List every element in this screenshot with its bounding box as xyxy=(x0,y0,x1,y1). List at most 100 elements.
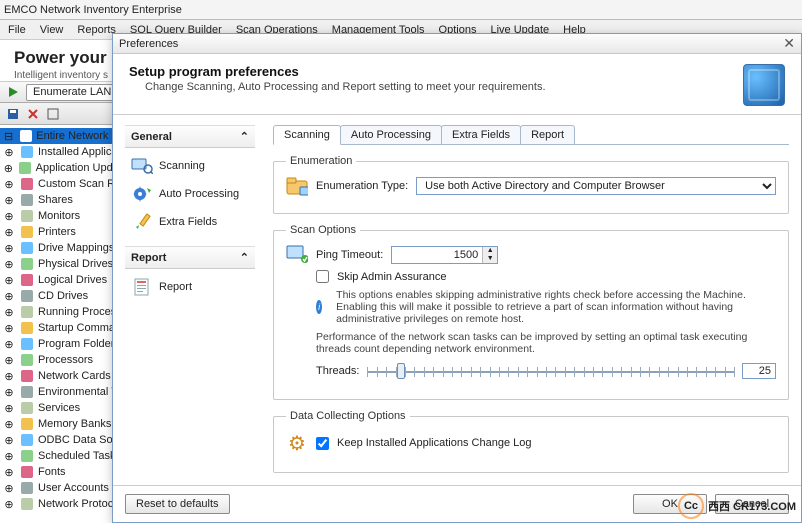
tree-expand-icon[interactable]: ⊕ xyxy=(2,161,15,175)
tree-expand-icon[interactable]: ⊕ xyxy=(2,273,16,287)
tree-item[interactable]: ⊕ODBC Data Sourc xyxy=(0,432,130,448)
tree-node-icon xyxy=(20,465,34,479)
dialog-title: Preferences xyxy=(119,38,178,50)
navitem-autoproc[interactable]: Auto Processing xyxy=(127,180,253,208)
nav-group-report[interactable]: Report ⌃ xyxy=(125,246,255,269)
ping-timeout-value[interactable] xyxy=(392,248,482,262)
play-icon[interactable] xyxy=(6,85,20,99)
ping-timeout-spinner[interactable]: ▲ ▼ xyxy=(391,246,498,264)
tree-item[interactable]: ⊕ Printers xyxy=(0,224,130,240)
save-icon[interactable] xyxy=(6,107,20,121)
threads-slider[interactable] xyxy=(367,361,734,381)
tree-expand-icon[interactable]: ⊕ xyxy=(2,417,16,431)
cancel-button[interactable]: Cancel xyxy=(715,494,789,514)
skip-admin-label: Skip Admin Assurance xyxy=(337,271,446,283)
tree-expand-icon[interactable]: ⊕ xyxy=(2,177,16,191)
tree-item[interactable]: ⊕Services xyxy=(0,400,130,416)
tree-node-icon xyxy=(20,481,34,495)
tree-expand-icon[interactable]: ⊕ xyxy=(2,433,16,447)
tree-expand-icon[interactable]: ⊕ xyxy=(2,257,16,271)
nav-group-general[interactable]: General ⌃ xyxy=(125,125,255,148)
dialog-titlebar[interactable]: Preferences ✕ xyxy=(113,34,801,54)
tree-expand-icon[interactable]: ⊕ xyxy=(2,481,16,495)
menu-view[interactable]: View xyxy=(40,24,64,36)
tree-node-icon xyxy=(20,337,34,351)
tree-expand-icon[interactable]: ⊕ xyxy=(2,305,16,319)
tab-scanning[interactable]: Scanning xyxy=(273,125,341,145)
tree-item-label: Network Cards xyxy=(38,370,111,382)
tree-item-label: Scheduled Tasks xyxy=(38,450,121,462)
tree-node-icon xyxy=(20,225,34,239)
tree-item-label: Fonts xyxy=(38,466,66,478)
tree-item[interactable]: ⊕ Network Cards xyxy=(0,368,130,384)
tree-item[interactable]: ⊕Running Processe xyxy=(0,304,130,320)
tree-expand-icon[interactable]: ⊕ xyxy=(2,241,16,255)
tree-item[interactable]: ⊕Program Folders xyxy=(0,336,130,352)
tree-item[interactable]: ⊕Logical Drives xyxy=(0,272,130,288)
threads-value[interactable] xyxy=(742,363,776,379)
tree-item[interactable]: ⊕Application Update xyxy=(0,160,130,176)
tree-item[interactable]: ⊕Drive Mappings xyxy=(0,240,130,256)
enum-type-select[interactable]: Use both Active Directory and Computer B… xyxy=(416,177,776,195)
close-icon[interactable]: ✕ xyxy=(783,35,795,52)
tree-item[interactable]: ⊕ Fonts xyxy=(0,464,130,480)
tree-item[interactable]: ⊟Entire Network - (0 xyxy=(0,128,130,144)
tree-expand-icon[interactable]: ⊕ xyxy=(2,337,16,351)
tree-expand-icon[interactable]: ⊕ xyxy=(2,145,16,159)
group-scanoptions: Scan Options Ping Timeout: ▲ ▼ Skip Admi… xyxy=(273,224,789,400)
tree-expand-icon[interactable]: ⊕ xyxy=(2,369,16,383)
tree-item[interactable]: ⊕ Physical Drives xyxy=(0,256,130,272)
tree-item[interactable]: ⊕CD Drives xyxy=(0,288,130,304)
nav-tree[interactable]: ⊟Entire Network - (0⊕Installed Applicati… xyxy=(0,128,130,523)
tree-item[interactable]: ⊕ Shares xyxy=(0,192,130,208)
tree-expand-icon[interactable]: ⊕ xyxy=(2,449,16,463)
tree-item-label: Physical Drives xyxy=(38,258,113,270)
spinner-up-icon[interactable]: ▲ xyxy=(483,247,497,255)
tree-item[interactable]: ⊕Custom Scan Res xyxy=(0,176,130,192)
menu-reports[interactable]: Reports xyxy=(77,24,116,36)
delete-icon[interactable] xyxy=(26,107,40,121)
tree-item-label: Shares xyxy=(38,194,73,206)
navitem-extrafields[interactable]: Extra Fields xyxy=(127,208,253,236)
tree-item-label: Printers xyxy=(38,226,76,238)
skip-admin-checkbox[interactable] xyxy=(316,270,329,283)
tree-item[interactable]: ⊕Environmental Var xyxy=(0,384,130,400)
menu-file[interactable]: File xyxy=(8,24,26,36)
keep-log-checkbox[interactable] xyxy=(316,437,329,450)
tree-expand-icon[interactable]: ⊕ xyxy=(2,209,16,223)
monitor-search-icon xyxy=(131,157,153,175)
tree-expand-icon[interactable]: ⊕ xyxy=(2,465,16,479)
tree-item[interactable]: ⊕Installed Applicati xyxy=(0,144,130,160)
tree-expand-icon[interactable]: ⊕ xyxy=(2,289,16,303)
tree-expand-icon[interactable]: ⊕ xyxy=(2,497,16,511)
tree-expand-icon[interactable]: ⊕ xyxy=(2,193,16,207)
tree-expand-icon[interactable]: ⊕ xyxy=(2,225,16,239)
ok-button[interactable]: OK xyxy=(633,494,707,514)
tree-item[interactable]: ⊕User Accounts xyxy=(0,480,130,496)
navitem-autoproc-label: Auto Processing xyxy=(159,188,239,200)
tree-expand-icon[interactable]: ⊕ xyxy=(2,321,16,335)
navitem-report[interactable]: Report xyxy=(127,273,253,301)
tree-expand-icon[interactable]: ⊟ xyxy=(2,129,15,143)
tree-item[interactable]: ⊕Processors xyxy=(0,352,130,368)
tree-item[interactable]: ⊕Monitors xyxy=(0,208,130,224)
tab-extrafields[interactable]: Extra Fields xyxy=(441,125,521,144)
tree-item[interactable]: ⊕Startup Command xyxy=(0,320,130,336)
tab-report[interactable]: Report xyxy=(520,125,575,144)
tree-item[interactable]: ⊕Network Protocols xyxy=(0,496,130,512)
navitem-report-label: Report xyxy=(159,281,192,293)
properties-icon[interactable] xyxy=(46,107,60,121)
tree-expand-icon[interactable]: ⊕ xyxy=(2,353,16,367)
spinner-down-icon[interactable]: ▼ xyxy=(483,255,497,263)
tree-expand-icon[interactable]: ⊕ xyxy=(2,401,16,415)
reset-defaults-button[interactable]: Reset to defaults xyxy=(125,494,230,514)
dialog-header: Setup program preferences Change Scannin… xyxy=(113,54,801,115)
navitem-scanning[interactable]: Scanning xyxy=(127,152,253,180)
report-page-icon xyxy=(131,278,153,296)
pref-left-nav: General ⌃ Scanning Auto Processing Extra… xyxy=(125,125,255,485)
tree-node-icon xyxy=(20,289,34,303)
tree-item[interactable]: ⊕Memory Banks xyxy=(0,416,130,432)
tree-item[interactable]: ⊕ Scheduled Tasks xyxy=(0,448,130,464)
tab-autoprocessing[interactable]: Auto Processing xyxy=(340,125,442,144)
tree-expand-icon[interactable]: ⊕ xyxy=(2,385,16,399)
